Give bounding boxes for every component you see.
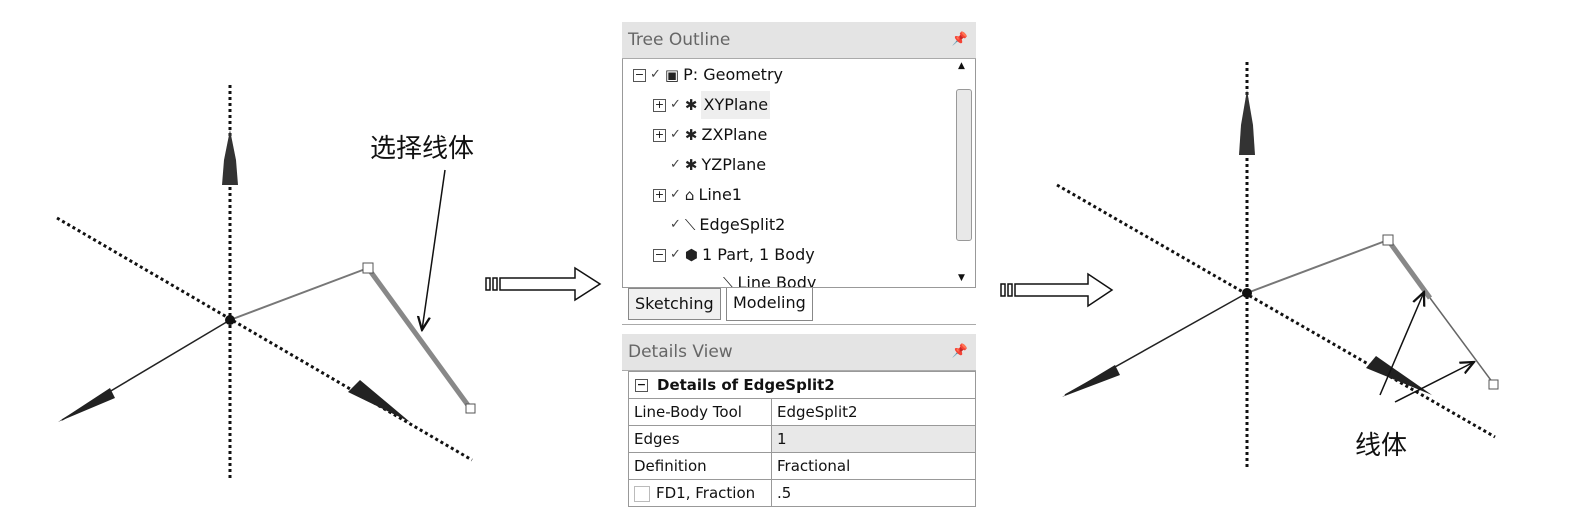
scroll-down-icon[interactable]: ▼ <box>958 273 965 283</box>
check-icon: ✓ <box>670 187 681 202</box>
right-viewport <box>1056 62 1499 470</box>
tree-view[interactable]: − ✓ ▣ P: Geometry + ✓ ✱ XYPlane + ✓ ✱ ZXPlane ✓ ✱ Y… <box>622 59 976 288</box>
parameter-checkbox[interactable] <box>634 485 650 502</box>
sketch-line-icon: ⌂ <box>684 186 695 204</box>
tree-item-xyplane[interactable]: + ✓ ✱ XYPlane <box>653 91 771 119</box>
check-icon: ✓ <box>650 67 661 82</box>
flow-arrow-2 <box>1000 272 1114 308</box>
tree-outline-title: Tree Outline <box>628 30 731 50</box>
check-icon: ✓ <box>670 127 681 142</box>
expand-icon[interactable]: + <box>653 98 666 112</box>
collapse-icon[interactable]: − <box>653 248 666 262</box>
x-axis-arrow <box>58 388 115 422</box>
tree-outline-panel: Tree Outline 📌 − ✓ ▣ P: Geometry + ✓ ✱ XYPlane… <box>622 22 976 325</box>
y-axis-arrow <box>348 380 410 422</box>
pin-icon[interactable]: 📌 <box>952 22 968 58</box>
details-table: − Details of EdgeSplit2 Line-Body Tool Edg… <box>628 371 976 507</box>
flow-arrow-1 <box>485 266 602 302</box>
tab-modeling[interactable]: Modeling <box>726 288 813 321</box>
tree-scrollbar[interactable]: ▲ ▼ <box>953 61 973 283</box>
z-axis-arrow <box>222 130 238 185</box>
tree-item-zxplane[interactable]: + ✓ ✱ ZXPlane <box>653 121 767 149</box>
annotation-select-line-body: 选择线体 <box>370 134 475 164</box>
plane-icon: ✱ <box>684 156 698 174</box>
check-icon: ✓ <box>670 97 681 112</box>
check-icon: ✓ <box>670 217 681 232</box>
plane-icon: ✱ <box>684 126 698 144</box>
line-body-2 <box>1429 297 1494 384</box>
line-body-icon: ⟍ <box>723 274 734 288</box>
check-icon: ✓ <box>670 247 681 262</box>
edge-split-icon: ⟍ <box>684 216 696 234</box>
collapse-icon[interactable]: − <box>635 379 648 392</box>
table-row[interactable]: FD1, Fraction .5 <box>628 479 976 507</box>
check-icon: ✓ <box>670 157 681 172</box>
table-row[interactable]: Line-Body Tool EdgeSplit2 <box>628 398 976 426</box>
scroll-thumb[interactable] <box>956 89 972 241</box>
tree-item-line1[interactable]: + ✓ ⌂ Line1 <box>653 181 742 209</box>
expand-icon[interactable]: + <box>653 128 666 142</box>
collapse-icon[interactable]: − <box>633 68 646 82</box>
scroll-up-icon[interactable]: ▲ <box>958 61 965 71</box>
y-axis-arrow <box>1366 356 1432 395</box>
tree-item-edgesplit2[interactable]: ✓ ⟍ EdgeSplit2 <box>670 211 785 239</box>
line-body-1 <box>1385 238 1433 300</box>
tree-item-part-body[interactable]: − ✓ ⬢ 1 Part, 1 Body <box>653 241 815 269</box>
tree-item-yzplane[interactable]: ✓ ✱ YZPlane <box>670 151 766 179</box>
plane-icon: ✱ <box>684 96 698 114</box>
tree-item-line-body[interactable]: ⟍ Line Body <box>723 269 816 288</box>
details-view-title: Details View <box>628 342 733 362</box>
selected-line-body <box>365 266 473 410</box>
tree-item-geometry[interactable]: − ✓ ▣ P: Geometry <box>633 61 783 89</box>
expand-icon[interactable]: + <box>653 188 666 202</box>
tree-outline-header: Tree Outline 📌 <box>622 22 976 59</box>
x-axis-arrow <box>1062 365 1120 397</box>
annotation-line-body: 线体 <box>1355 431 1408 461</box>
tab-sketching[interactable]: Sketching <box>628 288 721 320</box>
details-view-panel: Details View 📌 − Details of EdgeSplit2 Li… <box>622 334 976 507</box>
pin-icon[interactable]: 📌 <box>952 334 968 370</box>
table-row[interactable]: Edges 1 <box>628 425 976 453</box>
part-icon: ⬢ <box>684 246 699 264</box>
z-axis-arrow <box>1239 90 1255 155</box>
tab-bar: Sketching Modeling <box>622 288 976 325</box>
details-group-header[interactable]: − Details of EdgeSplit2 <box>628 371 976 399</box>
table-row[interactable]: Definition Fractional <box>628 452 976 480</box>
geometry-icon: ▣ <box>664 66 680 84</box>
details-view-header: Details View 📌 <box>622 334 976 371</box>
